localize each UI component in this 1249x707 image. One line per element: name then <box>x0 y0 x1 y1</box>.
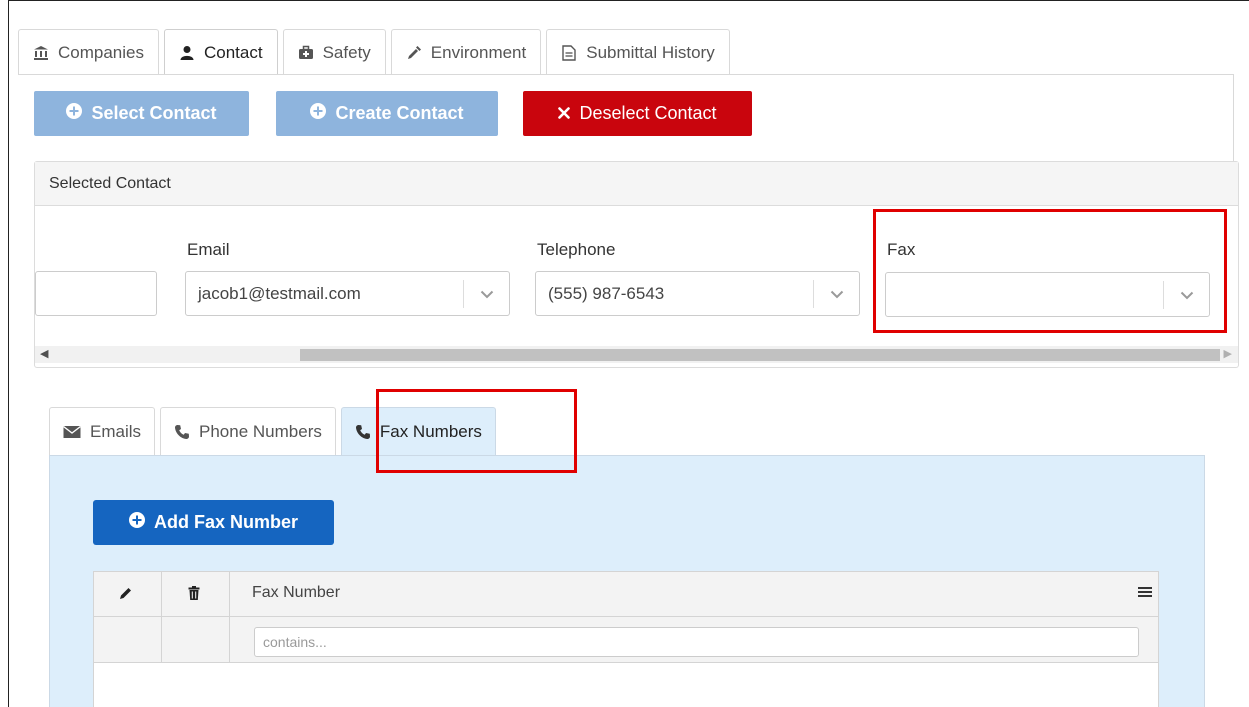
phone-icon <box>174 424 190 440</box>
deselect-contact-button[interactable]: Deselect Contact <box>523 91 752 136</box>
telephone-label: Telephone <box>537 240 616 259</box>
tab-companies-label: Companies <box>58 42 144 62</box>
tab-divider <box>18 74 1234 75</box>
telephone-value: (555) 987-6543 <box>548 283 665 303</box>
scroll-right-icon[interactable]: ▶ <box>1224 346 1232 363</box>
user-icon <box>179 45 195 61</box>
medkit-icon <box>298 45 314 61</box>
tab-emails[interactable]: Emails <box>49 407 156 456</box>
fax-numbers-grid: Fax Number <box>93 571 1159 707</box>
add-fax-number-label: Add Fax Number <box>153 512 299 532</box>
pencil-icon <box>119 586 133 605</box>
selected-contact-panel: Selected Contact <box>34 161 1239 368</box>
tab-contact-label: Contact <box>204 42 263 62</box>
tab-content-border <box>1233 74 1234 164</box>
email-select[interactable]: jacob1@testmail.com <box>185 271 510 316</box>
tab-fax-numbers[interactable]: Fax Numbers <box>340 407 496 456</box>
tab-submittal-history-label: Submittal History <box>586 42 715 62</box>
tab-contact[interactable]: Contact <box>164 29 278 75</box>
scroll-thumb[interactable] <box>300 349 1220 361</box>
email-label: Email <box>187 240 230 259</box>
tab-phone-numbers-label: Phone Numbers <box>199 422 322 441</box>
main-tabs: Companies Contact Safety Environment Sub… <box>18 29 735 75</box>
horizontal-scrollbar[interactable]: ◀ ▶ <box>35 346 1238 363</box>
fax-number-filter-input[interactable] <box>254 627 1139 657</box>
phone-icon <box>355 424 371 440</box>
chevron-down-icon[interactable] <box>463 280 509 308</box>
file-text-icon <box>561 44 577 61</box>
chevron-down-icon[interactable] <box>1163 281 1209 309</box>
trash-icon <box>188 586 200 605</box>
grid-menu-icon[interactable] <box>1138 585 1152 603</box>
select-contact-button[interactable]: Select Contact <box>34 91 249 136</box>
tab-environment-label: Environment <box>430 42 527 62</box>
envelope-icon <box>63 425 81 439</box>
tab-fax-numbers-label: Fax Numbers <box>379 422 482 441</box>
select-contact-label: Select Contact <box>91 103 217 123</box>
scroll-left-icon[interactable]: ◀ <box>40 346 48 363</box>
tab-environment[interactable]: Environment <box>390 29 542 75</box>
plus-circle-icon <box>310 103 327 124</box>
tab-safety[interactable]: Safety <box>282 29 386 75</box>
create-contact-button[interactable]: Create Contact <box>276 91 498 136</box>
deselect-contact-label: Deselect Contact <box>579 103 717 123</box>
name-field[interactable] <box>35 271 157 316</box>
plus-circle-icon <box>66 103 83 124</box>
tab-submittal-history[interactable]: Submittal History <box>546 29 730 75</box>
grid-divider <box>161 572 162 663</box>
fax-select[interactable] <box>885 272 1210 317</box>
fax-label: Fax <box>887 240 916 259</box>
telephone-select[interactable]: (555) 987-6543 <box>535 271 860 316</box>
close-icon <box>558 103 571 124</box>
fax-number-column-header[interactable]: Fax Number <box>252 584 340 602</box>
grid-divider <box>229 572 230 663</box>
tab-companies[interactable]: Companies <box>18 29 159 75</box>
add-fax-number-button[interactable]: Add Fax Number <box>93 500 334 545</box>
plus-circle-icon <box>128 512 145 533</box>
tab-emails-label: Emails <box>90 422 142 441</box>
bank-icon <box>33 45 49 61</box>
tab-phone-numbers[interactable]: Phone Numbers <box>160 407 336 456</box>
eyedropper-icon <box>406 45 422 61</box>
panel-title: Selected Contact <box>35 162 1238 206</box>
create-contact-label: Create Contact <box>335 103 464 123</box>
contact-detail-tabs: Emails Phone Numbers Fax Numbers <box>49 407 501 456</box>
email-value: jacob1@testmail.com <box>198 283 361 303</box>
chevron-down-icon[interactable] <box>813 280 859 308</box>
tab-safety-label: Safety <box>322 42 371 62</box>
